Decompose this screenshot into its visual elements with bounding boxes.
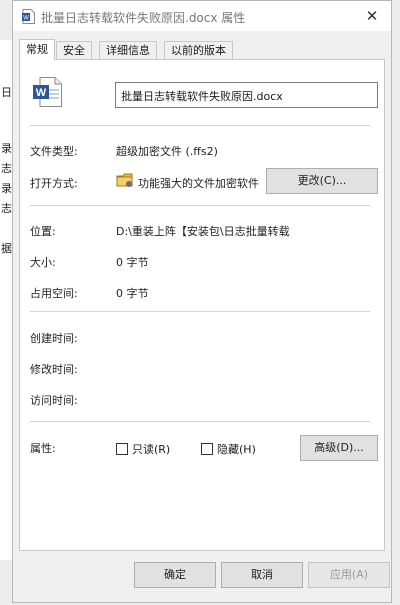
- filename-input[interactable]: 批量日志转载软件失败原因.docx: [115, 82, 378, 108]
- hidden-checkbox-label[interactable]: 隐藏(H): [217, 441, 256, 457]
- properties-dialog: W 批量日志转载软件失败原因.docx 属性 ✕ 常规 安全 详细信息 以前的版…: [12, 0, 392, 603]
- readonly-checkbox[interactable]: [116, 443, 128, 455]
- word-document-icon: W: [22, 9, 35, 24]
- window-title: 批量日志转载软件失败原因.docx 属性: [41, 11, 246, 25]
- tab-security[interactable]: 安全: [56, 41, 92, 59]
- divider: [30, 311, 370, 312]
- title-bar[interactable]: W 批量日志转载软件失败原因.docx 属性 ✕: [13, 1, 391, 31]
- modified-label: 修改时间:: [30, 363, 78, 376]
- svg-text:W: W: [23, 16, 29, 22]
- divider: [30, 421, 370, 422]
- svg-text:W: W: [36, 87, 47, 99]
- background-text: 志: [1, 162, 12, 175]
- tab-previous-versions[interactable]: 以前的版本: [164, 41, 233, 59]
- size-label: 大小:: [30, 256, 56, 269]
- open-with-label: 打开方式:: [30, 177, 78, 190]
- hidden-checkbox[interactable]: [201, 443, 213, 455]
- size-on-disk-label: 占用空间:: [30, 287, 78, 300]
- background-text: 录: [1, 182, 12, 195]
- background-text: 据: [1, 242, 12, 255]
- advanced-button[interactable]: 高级(D)...: [300, 435, 378, 461]
- apply-button[interactable]: 应用(A): [308, 562, 390, 588]
- tab-general[interactable]: 常规: [19, 39, 55, 60]
- cancel-button[interactable]: 取消: [221, 562, 303, 588]
- background-text: 日: [1, 86, 12, 99]
- open-with-app-name: 功能强大的文件加密软件: [138, 177, 259, 190]
- attributes-label: 属性:: [30, 442, 56, 455]
- general-tab-panel: W 批量日志转载软件失败原因.docx 文件类型: 超级加密文件 (.ffs2)…: [19, 59, 385, 551]
- file-type-value: 超级加密文件 (.ffs2): [116, 145, 218, 158]
- divider: [30, 125, 370, 126]
- close-button[interactable]: ✕: [359, 4, 385, 28]
- tab-details[interactable]: 详细信息: [99, 41, 157, 59]
- word-document-large-icon: W: [33, 77, 62, 107]
- size-value: 0 字节: [116, 256, 149, 269]
- background-text: 录: [1, 142, 12, 155]
- accessed-label: 访问时间:: [30, 394, 78, 407]
- divider: [30, 205, 370, 206]
- background-text: 志: [1, 202, 12, 215]
- ok-button[interactable]: 确定: [134, 562, 216, 588]
- change-button[interactable]: 更改(C)...: [266, 168, 378, 194]
- readonly-checkbox-label[interactable]: 只读(R): [132, 441, 170, 457]
- file-type-label: 文件类型:: [30, 145, 78, 158]
- created-label: 创建时间:: [30, 332, 78, 345]
- size-on-disk-value: 0 字节: [116, 287, 149, 300]
- folder-lock-app-icon: [116, 173, 133, 187]
- location-label: 位置:: [30, 225, 56, 238]
- location-value: D:\重装上阵【安装包\日志批量转载: [116, 225, 290, 238]
